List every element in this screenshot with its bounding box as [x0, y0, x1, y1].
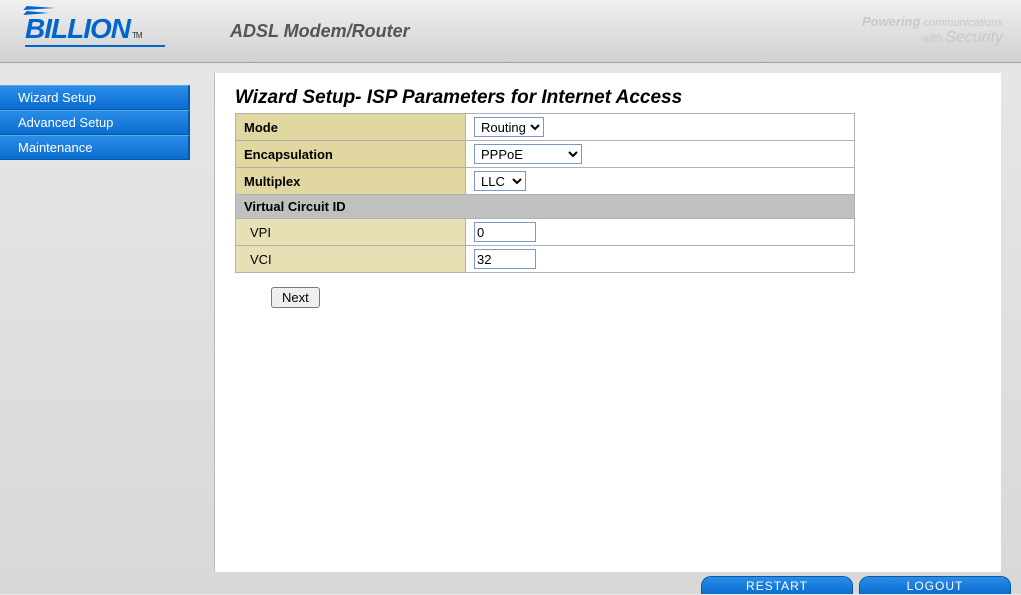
sidebar-item-wizard-setup[interactable]: Wizard Setup: [0, 85, 190, 110]
vpi-label: VPI: [236, 219, 466, 246]
sidebar-item-label: Maintenance: [18, 140, 92, 155]
restart-button[interactable]: RESTART: [701, 576, 853, 594]
next-button[interactable]: Next: [271, 287, 320, 308]
sidebar-item-label: Wizard Setup: [18, 90, 96, 105]
sidebar-item-maintenance[interactable]: Maintenance: [0, 135, 190, 160]
vci-input[interactable]: [474, 249, 536, 269]
sidebar-item-advanced-setup[interactable]: Advanced Setup: [0, 110, 190, 135]
multiplex-select[interactable]: LLC: [474, 171, 526, 191]
mode-label: Mode: [236, 114, 466, 141]
tagline-with: with: [923, 33, 943, 45]
multiplex-label: Multiplex: [236, 168, 466, 195]
sidebar-item-label: Advanced Setup: [18, 115, 113, 130]
header: BILLIONTM ADSL Modem/Router Powering com…: [0, 0, 1021, 63]
logo-area: BILLIONTM: [0, 15, 190, 47]
encapsulation-label: Encapsulation: [236, 141, 466, 168]
content-panel: Wizard Setup- ISP Parameters for Interne…: [214, 73, 1001, 572]
virtual-circuit-section: Virtual Circuit ID: [236, 195, 855, 219]
sidebar: Wizard Setup Advanced Setup Maintenance: [0, 63, 190, 572]
footer: RESTART LOGOUT: [0, 572, 1021, 594]
tagline-prefix: Powering: [862, 14, 921, 29]
brand-logo: BILLIONTM: [25, 15, 142, 43]
tagline-security: Security: [945, 29, 1003, 46]
page-title: Wizard Setup- ISP Parameters for Interne…: [235, 87, 981, 109]
header-tagline: Powering communications with Security: [862, 14, 1003, 47]
logo-underline: [25, 45, 165, 47]
mode-select[interactable]: Routing: [474, 117, 544, 137]
logout-button[interactable]: LOGOUT: [859, 576, 1011, 594]
brand-tm: TM: [132, 31, 142, 40]
encapsulation-select[interactable]: PPPoE: [474, 144, 582, 164]
brand-logo-text: BILLION: [25, 13, 130, 44]
vci-label: VCI: [236, 246, 466, 273]
vpi-input[interactable]: [474, 222, 536, 242]
tagline-word: communications: [924, 17, 1003, 29]
product-title: ADSL Modem/Router: [230, 21, 410, 42]
form-table: Mode Routing Encapsulation PPPoE: [235, 113, 855, 273]
